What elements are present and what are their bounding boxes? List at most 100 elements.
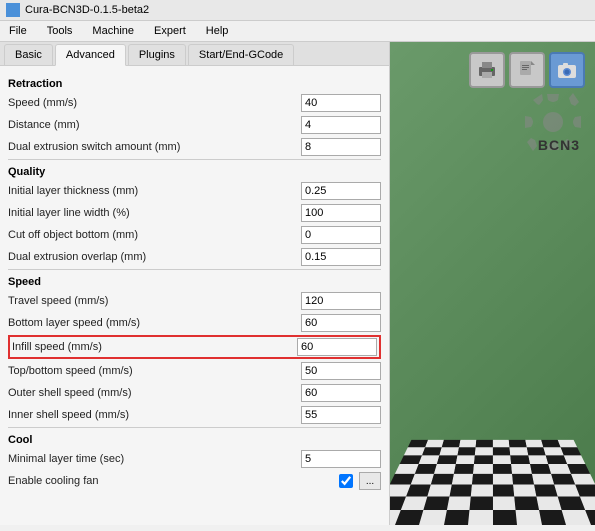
checker-cell	[493, 496, 516, 509]
checker-cell	[427, 485, 451, 497]
cut-off-bottom-input[interactable]	[301, 226, 381, 244]
dual-extrusion-overlap-input[interactable]	[301, 248, 381, 266]
checker-cell	[457, 447, 475, 455]
travel-speed-row: Travel speed (mm/s)	[8, 291, 381, 311]
retraction-distance-input[interactable]	[301, 116, 381, 134]
infill-speed-input[interactable]	[297, 338, 377, 356]
checker-cell	[493, 447, 511, 455]
bottom-layer-speed-row: Bottom layer speed (mm/s)	[8, 313, 381, 333]
infill-speed-label: Infill speed (mm/s)	[12, 341, 297, 353]
print-icon-btn[interactable]	[469, 52, 505, 88]
right-panel: BCN3	[390, 42, 595, 525]
initial-layer-thickness-input[interactable]	[301, 182, 381, 200]
checker-cell	[471, 485, 493, 497]
tab-basic[interactable]: Basic	[4, 44, 53, 65]
checker-cell	[563, 455, 585, 464]
logo-area: BCN3	[469, 52, 585, 88]
checker-cell	[474, 455, 493, 464]
checker-cell	[560, 447, 581, 455]
checker-cell	[493, 440, 510, 447]
top-bottom-speed-label: Top/bottom speed (mm/s)	[8, 365, 301, 377]
document-icon-btn[interactable]	[509, 52, 545, 88]
outer-shell-speed-input[interactable]	[301, 384, 381, 402]
checker-grid	[390, 440, 595, 525]
menu-bar: File Tools Machine Expert Help	[0, 21, 595, 42]
tab-bar: Basic Advanced Plugins Start/End-GCode	[0, 42, 389, 66]
bottom-layer-speed-input[interactable]	[301, 314, 381, 332]
divider-2	[8, 269, 381, 270]
checker-cell	[493, 474, 514, 485]
section-speed-header: Speed	[8, 276, 381, 288]
left-panel: Basic Advanced Plugins Start/End-GCode R…	[0, 42, 390, 525]
printer-icon	[477, 60, 497, 80]
outer-shell-speed-label: Outer shell speed (mm/s)	[8, 387, 301, 399]
infill-speed-row: Infill speed (mm/s)	[8, 335, 381, 359]
checker-cell	[575, 485, 595, 497]
checker-cell	[437, 455, 457, 464]
initial-layer-thickness-label: Initial layer thickness (mm)	[8, 185, 301, 197]
tab-advanced[interactable]: Advanced	[55, 44, 126, 66]
initial-layer-width-input[interactable]	[301, 204, 381, 222]
menu-machine[interactable]: Machine	[87, 23, 139, 39]
top-bottom-speed-row: Top/bottom speed (mm/s)	[8, 361, 381, 381]
tab-start-end-gcode[interactable]: Start/End-GCode	[188, 44, 294, 65]
checker-cell	[512, 474, 534, 485]
minimal-layer-time-row: Minimal layer time (sec)	[8, 449, 381, 469]
retraction-dual-switch-input[interactable]	[301, 138, 381, 156]
cooling-fan-extra-btn[interactable]: ...	[359, 472, 381, 490]
section-quality-header: Quality	[8, 166, 381, 178]
travel-speed-label: Travel speed (mm/s)	[8, 295, 301, 307]
viewport-icons	[469, 52, 585, 88]
enable-cooling-fan-label: Enable cooling fan	[8, 475, 339, 487]
checker-cell	[468, 510, 493, 525]
retraction-distance-label: Distance (mm)	[8, 119, 301, 131]
checker-cell	[571, 474, 595, 485]
menu-expert[interactable]: Expert	[149, 23, 191, 39]
checker-cell	[475, 447, 493, 455]
checker-cell	[514, 496, 538, 509]
tab-plugins[interactable]: Plugins	[128, 44, 186, 65]
checkerboard-floor	[390, 440, 595, 525]
checker-cell	[473, 464, 493, 474]
section-retraction-header: Retraction	[8, 78, 381, 90]
checker-cell	[476, 440, 493, 447]
checker-cell	[423, 496, 449, 509]
outer-shell-speed-row: Outer shell speed (mm/s)	[8, 383, 381, 403]
app-icon	[6, 3, 20, 17]
enable-cooling-fan-row: Enable cooling fan ...	[8, 471, 381, 491]
checker-cell	[455, 455, 474, 464]
bottom-layer-speed-label: Bottom layer speed (mm/s)	[8, 317, 301, 329]
retraction-speed-label: Speed (mm/s)	[8, 97, 301, 109]
enable-cooling-fan-checkbox[interactable]	[339, 474, 353, 488]
checker-cell	[493, 485, 515, 497]
top-bottom-speed-input[interactable]	[301, 362, 381, 380]
dual-extrusion-overlap-row: Dual extrusion overlap (mm)	[8, 247, 381, 267]
retraction-dual-switch-label: Dual extrusion switch amount (mm)	[8, 141, 301, 153]
retraction-speed-input[interactable]	[301, 94, 381, 112]
checker-cell	[449, 485, 472, 497]
camera-icon-btn[interactable]	[549, 52, 585, 88]
travel-speed-input[interactable]	[301, 292, 381, 310]
inner-shell-speed-input[interactable]	[301, 406, 381, 424]
menu-tools[interactable]: Tools	[42, 23, 78, 39]
checker-cell	[511, 464, 531, 474]
initial-layer-width-label: Initial layer line width (%)	[8, 207, 301, 219]
minimal-layer-time-input[interactable]	[301, 450, 381, 468]
initial-layer-thickness-row: Initial layer thickness (mm)	[8, 181, 381, 201]
main-layout: Basic Advanced Plugins Start/End-GCode R…	[0, 42, 595, 525]
document-icon	[517, 60, 537, 80]
checker-cell	[469, 496, 492, 509]
checker-cell	[493, 510, 518, 525]
menu-file[interactable]: File	[4, 23, 32, 39]
retraction-speed-row: Speed (mm/s)	[8, 93, 381, 113]
checker-cell	[516, 510, 542, 525]
inner-shell-speed-row: Inner shell speed (mm/s)	[8, 405, 381, 425]
divider-3	[8, 427, 381, 428]
title-bar: Cura-BCN3D-0.1.5-beta2	[0, 0, 595, 21]
checker-cell	[459, 440, 477, 447]
checker-cell	[513, 485, 536, 497]
checker-cell	[419, 510, 446, 525]
checker-cell	[493, 464, 513, 474]
menu-help[interactable]: Help	[201, 23, 234, 39]
cut-off-bottom-label: Cut off object bottom (mm)	[8, 229, 301, 241]
